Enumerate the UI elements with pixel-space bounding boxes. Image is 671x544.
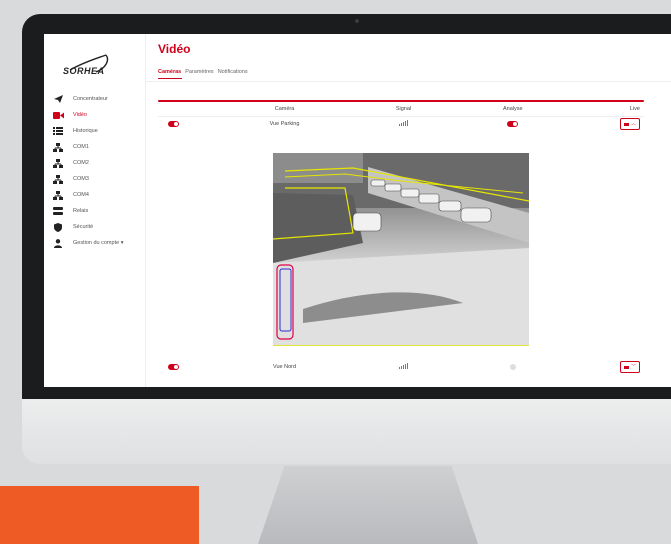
sidebar-item-video[interactable]: Vidéo <box>52 107 144 123</box>
camera-enable-toggle[interactable] <box>168 120 179 127</box>
shield-icon <box>52 222 64 232</box>
network-icon <box>52 174 64 184</box>
sidebar-item-label: COM3 <box>73 176 89 182</box>
sidebar-item-concentrateur[interactable]: Concentrateur <box>52 91 144 107</box>
list-icon <box>52 126 64 136</box>
live-button[interactable]: ﹀ <box>619 361 640 373</box>
relay-icon <box>52 206 64 216</box>
analyse-toggle[interactable] <box>507 120 519 127</box>
sidebar-item-account[interactable]: Gestion du compte ▾ <box>52 235 144 251</box>
video-camera-icon <box>623 365 629 369</box>
cameras-table-continued: Vue Nord ﹀ <box>158 360 644 374</box>
tab-parametres[interactable]: Paramètres <box>185 69 213 75</box>
monitor-stand <box>258 466 478 544</box>
chevron-up-icon: ︿ <box>630 120 636 127</box>
main-content: Vidéo Caméras Paramètres Notifications C… <box>145 34 671 387</box>
network-icon <box>52 190 64 200</box>
sidebar-item-com1[interactable]: COM1 <box>52 139 144 155</box>
page-title: Vidéo <box>158 42 191 56</box>
sidebar-item-label: Concentrateur <box>73 96 108 102</box>
user-icon <box>52 238 64 248</box>
camera-name: Vue Nord <box>273 364 297 370</box>
send-icon <box>52 94 64 104</box>
header-analyse: Analyse <box>502 106 523 112</box>
sidebar-item-com4[interactable]: COM4 <box>52 187 144 203</box>
tab-cameras[interactable]: Caméras <box>158 69 181 75</box>
sidebar: SORHEA Concentrateur Vidéo Historique CO… <box>44 34 146 387</box>
sidebar-item-label: COM1 <box>73 144 89 150</box>
header-signal: Signal <box>395 106 412 112</box>
header-camera: Caméra <box>274 106 295 112</box>
video-camera-icon <box>52 110 64 120</box>
monitor-chin <box>22 399 671 464</box>
video-camera-icon <box>623 122 629 126</box>
video-feed-parking[interactable] <box>273 153 529 346</box>
sidebar-item-label: Gestion du compte ▾ <box>73 240 124 246</box>
app-screen: SORHEA Concentrateur Vidéo Historique CO… <box>44 34 671 387</box>
cameras-table: Caméra Signal Analyse Live Vue Parking ︿ <box>158 100 644 131</box>
tabs-divider <box>145 81 671 82</box>
sidebar-item-label: Sécurité <box>73 224 94 230</box>
live-button[interactable]: ︿ <box>619 118 640 130</box>
analyse-toggle[interactable] <box>509 363 516 370</box>
sidebar-item-label: Vidéo <box>73 112 87 118</box>
signal-strength-icon <box>399 120 409 126</box>
sidebar-item-label: COM4 <box>73 192 89 198</box>
signal-strength-icon <box>399 363 409 369</box>
sidebar-item-label: COM2 <box>73 160 89 166</box>
brand-logo[interactable]: SORHEA <box>53 46 123 76</box>
orange-accent-block <box>0 486 199 544</box>
table-row: Vue Parking ︿ <box>158 117 644 131</box>
table-header: Caméra Signal Analyse Live <box>158 102 644 117</box>
sidebar-item-label: Historique <box>73 128 98 134</box>
table-row: Vue Nord ﹀ <box>158 360 644 374</box>
sidebar-item-com2[interactable]: COM2 <box>52 155 144 171</box>
network-icon <box>52 142 64 152</box>
tab-notifications[interactable]: Notifications <box>218 69 248 75</box>
header-live: Live <box>629 106 640 112</box>
sidebar-item-historique[interactable]: Historique <box>52 123 144 139</box>
chevron-down-icon: ﹀ <box>630 363 636 370</box>
network-icon <box>52 158 64 168</box>
camera-name: Vue Parking <box>269 121 300 127</box>
sidebar-item-relais[interactable]: Relais <box>52 203 144 219</box>
webcam-dot <box>355 19 359 23</box>
camera-enable-toggle[interactable] <box>168 363 179 370</box>
tab-bar: Caméras Paramètres Notifications <box>158 69 248 75</box>
sidebar-item-com3[interactable]: COM3 <box>52 171 144 187</box>
active-tab-indicator <box>158 78 182 79</box>
sidebar-item-label: Relais <box>73 208 89 214</box>
logo-text: SORHEA <box>63 66 105 76</box>
sidebar-nav: Concentrateur Vidéo Historique COM1 COM2… <box>52 91 144 251</box>
video-frame-icon <box>273 153 529 346</box>
sidebar-item-securite[interactable]: Sécurité <box>52 219 144 235</box>
